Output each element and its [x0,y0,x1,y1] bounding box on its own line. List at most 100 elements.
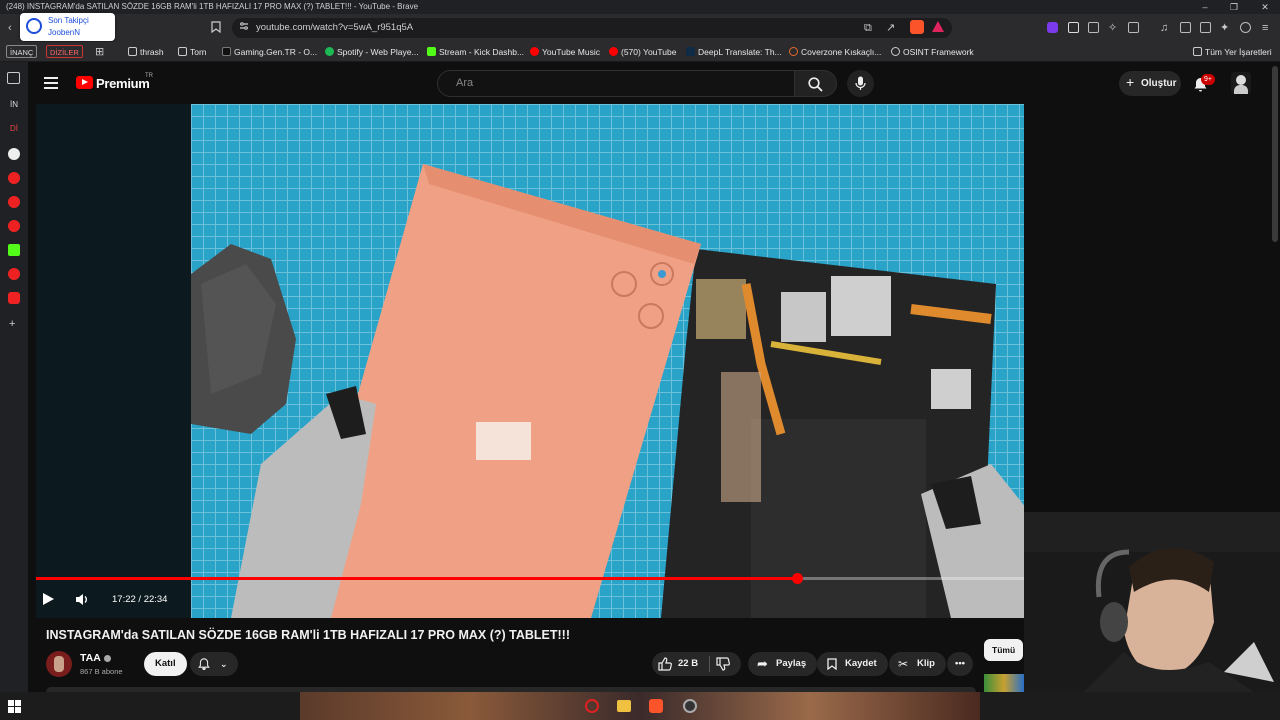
bookmark-spotify[interactable]: Spotify - Web Playe... [325,46,419,58]
bookmark-deepl[interactable]: DeepL Translate: Th... [686,46,782,58]
sidebar-toggle-icon[interactable] [1180,22,1191,33]
menu-icon[interactable]: ≡ [1262,21,1268,35]
sidebar-youtube-icon-2[interactable] [8,196,20,208]
brave-shields-icon[interactable] [910,20,924,34]
volume-icon[interactable] [74,592,89,607]
sidebar-youtube-icon-1[interactable] [8,172,20,184]
channel-avatar[interactable] [46,651,72,677]
search-placeholder: Ara [456,77,474,89]
follower-alert-title: Son Takipçi [48,16,89,25]
taskbar-opera-icon[interactable] [585,699,599,713]
chevron-down-icon: ⌄ [220,659,228,669]
subscriber-count: 867 B abone [80,667,123,676]
minimize-button[interactable]: – [1190,0,1220,14]
extension-icon-3[interactable] [1128,22,1139,33]
more-horizontal-icon: ••• [955,658,965,669]
save-button[interactable]: Kaydet [817,652,888,676]
wallet-icon[interactable] [1200,22,1211,33]
thumbs-down-icon [716,657,730,671]
share-icon[interactable]: ↗ [886,21,895,35]
sidebar-panel-icon[interactable] [7,72,20,84]
kick-icon [427,47,436,56]
youtube-premium-logo[interactable]: Premium [96,76,150,91]
youtube-logo-icon[interactable] [76,76,93,89]
recommended-video-thumbnail[interactable] [984,674,1024,692]
share-arrow-icon: ➦ [757,656,768,671]
brave-rewards-icon[interactable] [932,21,944,32]
maximize-button[interactable]: ❐ [1219,0,1249,14]
play-icon[interactable] [43,593,54,605]
video-player[interactable] [36,104,1024,618]
youtube-icon [609,47,618,56]
window-title: (248) INSTAGRAM'da SATILAN SÖZDE 16GB RA… [6,2,419,11]
scissors-icon: ✂ [898,657,909,671]
bookmark-chip-inanc[interactable]: İNANÇ [6,45,38,58]
dislike-button[interactable] [716,657,730,676]
bookmark-icon [827,658,837,670]
video-frame [191,104,1024,618]
sidebar-item-in[interactable]: İN [10,100,18,109]
bookmark-gaming-gen[interactable]: Gaming.Gen.TR - O... [222,46,317,58]
extension-icon-2[interactable] [1088,22,1099,33]
sidebar-youtube-icon-4[interactable] [8,292,20,304]
windows-taskbar [0,692,1280,720]
extensions-puzzle-icon[interactable]: ✧ [1108,21,1117,35]
taskbar-wallpaper-strip [300,692,980,720]
media-icon[interactable]: ♫ [1160,21,1168,35]
leo-ai-icon[interactable]: ✦ [1220,21,1229,35]
bookmark-torn[interactable]: Torn [178,46,207,58]
bookmark-chip-diziler[interactable]: DİZİLER [46,45,83,58]
bookmark-coverzone[interactable]: Coverzone Kıskaçlı... [789,46,881,58]
account-avatar[interactable] [1231,72,1251,94]
site-info-icon[interactable] [239,21,249,35]
close-window-button[interactable]: ✕ [1250,0,1280,14]
taskbar-brave-icon[interactable] [649,699,663,713]
windows-start-icon[interactable] [8,700,21,718]
progress-bar[interactable] [36,573,1024,584]
bookmark-kick[interactable]: Stream - Kick Dashb... [427,46,524,58]
extension-icon-1[interactable] [1068,22,1079,33]
deepl-icon [686,47,695,56]
apps-grid-icon[interactable]: ⊞ [95,45,104,59]
join-label: Katıl [155,658,176,669]
bookmark-youtube-music[interactable]: YouTube Music [530,46,600,58]
more-actions-button[interactable]: ••• [947,652,973,676]
subscription-bell-button[interactable]: ⌄ [190,652,238,676]
search-button[interactable] [795,70,837,97]
youtube-music-icon [530,47,539,56]
all-bookmarks-folder[interactable]: Tüm Yer İşaretleri [1193,46,1272,58]
like-button[interactable]: 22 B [658,656,710,672]
sidebar-add-icon[interactable]: + [9,318,15,330]
sidebar-item-di[interactable]: Dİ [10,124,18,133]
search-input[interactable]: Ara [437,70,795,97]
progress-scrubber-handle[interactable] [792,573,803,584]
back-icon[interactable]: ‹ [8,21,12,35]
filter-chip-all[interactable]: Tümü [984,639,1024,661]
create-button[interactable]: + Oluştur [1119,71,1181,96]
settings-gear-icon[interactable] [1240,22,1251,33]
bookmark-youtube[interactable]: (570) YouTube [609,46,676,58]
share-button[interactable]: ➦ Paylaş [748,652,818,676]
taskbar-obs-icon[interactable] [683,699,697,713]
sidebar-youtube-icon-3[interactable] [8,220,20,232]
bookmark-thrash[interactable]: thrash [128,46,164,58]
vpn-extension-icon[interactable] [1047,22,1058,33]
hamburger-menu-icon[interactable] [44,77,58,89]
window-titlebar: (248) INSTAGRAM'da SATILAN SÖZDE 16GB RA… [0,0,1280,14]
like-count: 22 B [678,658,699,669]
url-text: youtube.com/watch?v=5wA_r951q5A [256,22,414,33]
voice-search-button[interactable] [847,70,874,97]
bookmark-page-icon[interactable] [211,21,221,37]
video-title: INSTAGRAM'da SATILAN SÖZDE 16GB RAM'li 1… [46,628,570,642]
clip-button[interactable]: ✂ Klip [889,652,946,676]
channel-name[interactable]: TAA [80,652,101,664]
sidebar-app-icon-1[interactable] [8,148,20,160]
bookmark-osint[interactable]: OSINT Framework [891,46,974,58]
open-external-icon[interactable]: ⧉ [864,21,872,35]
address-bar[interactable]: youtube.com/watch?v=5wA_r951q5A [232,18,952,38]
taskbar-file-explorer-icon[interactable] [617,700,631,712]
page-scrollbar[interactable] [1272,66,1278,242]
sidebar-kick-icon[interactable] [8,244,20,256]
sidebar-youtube-music-icon[interactable] [8,268,20,280]
join-button[interactable]: Katıl [144,652,187,676]
